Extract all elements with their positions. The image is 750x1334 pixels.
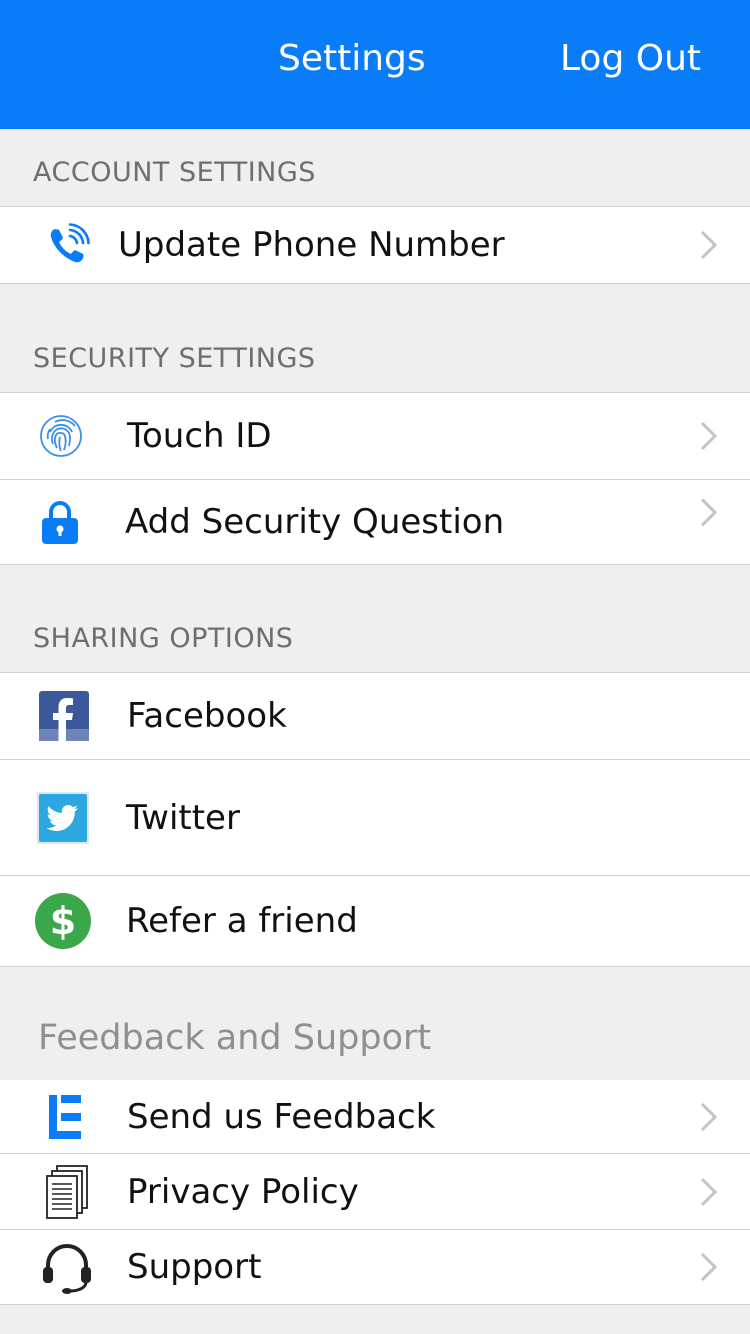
account-settings-header: ACCOUNT SETTINGS: [0, 129, 750, 207]
chevron-right-icon: [700, 498, 718, 527]
support-row[interactable]: Support: [0, 1229, 750, 1305]
support-label: Support: [127, 1247, 262, 1287]
document-icon: [44, 1164, 90, 1220]
touch-id-row[interactable]: Touch ID: [0, 392, 750, 480]
add-security-question-row[interactable]: Add Security Question: [0, 479, 750, 565]
svg-text:$: $: [50, 899, 76, 943]
facebook-icon: [38, 690, 90, 742]
twitter-label: Twitter: [126, 797, 240, 838]
chevron-right-icon: [700, 1102, 718, 1131]
twitter-icon: [37, 791, 89, 844]
facebook-row[interactable]: Facebook: [0, 672, 750, 760]
facebook-label: Facebook: [127, 696, 287, 736]
navigation-bar: Settings Log Out: [0, 0, 750, 129]
refer-a-friend-row[interactable]: $ Refer a friend: [0, 875, 750, 967]
section-header-label: ACCOUNT SETTINGS: [33, 157, 316, 188]
feedback-support-header: Feedback and Support: [0, 978, 750, 1080]
fingerprint-icon: [38, 413, 84, 459]
headset-icon: [40, 1240, 94, 1294]
update-phone-number-row[interactable]: Update Phone Number: [0, 206, 750, 284]
touch-id-label: Touch ID: [127, 416, 272, 456]
feedback-logo-icon: [46, 1094, 84, 1140]
update-phone-number-label: Update Phone Number: [118, 225, 505, 265]
chevron-right-icon: [700, 1252, 718, 1282]
privacy-policy-label: Privacy Policy: [127, 1171, 359, 1212]
section-header-label: Feedback and Support: [38, 1018, 432, 1058]
section-header-label: SECURITY SETTINGS: [33, 343, 316, 374]
chevron-right-icon: [700, 230, 718, 260]
sharing-options-header: SHARING OPTIONS: [0, 565, 750, 673]
lock-icon: [40, 498, 80, 546]
security-settings-header: SECURITY SETTINGS: [0, 284, 750, 393]
chevron-right-icon: [700, 1177, 718, 1206]
chevron-right-icon: [700, 421, 718, 451]
page-title: Settings: [278, 38, 426, 79]
privacy-policy-row[interactable]: Privacy Policy: [0, 1153, 750, 1230]
phone-icon: [44, 221, 92, 269]
dollar-icon: $: [34, 892, 92, 950]
send-us-feedback-label: Send us Feedback: [127, 1096, 436, 1137]
twitter-row[interactable]: Twitter: [0, 759, 750, 876]
log-out-button[interactable]: Log Out: [560, 38, 701, 79]
refer-a-friend-label: Refer a friend: [126, 901, 358, 941]
send-us-feedback-row[interactable]: Send us Feedback: [0, 1080, 750, 1154]
add-security-question-label: Add Security Question: [125, 502, 505, 542]
section-header-label: SHARING OPTIONS: [33, 623, 294, 654]
